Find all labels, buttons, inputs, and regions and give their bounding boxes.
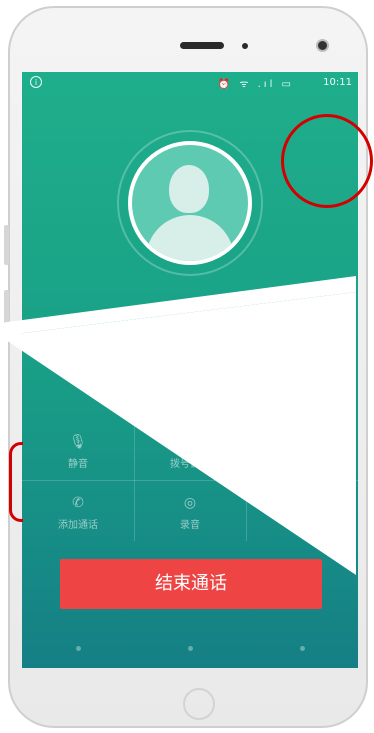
contacts-button[interactable] xyxy=(246,480,358,541)
nav-dot[interactable] xyxy=(300,646,305,651)
speaker-button[interactable] xyxy=(246,419,358,480)
home-button[interactable] xyxy=(183,688,215,720)
front-camera-icon xyxy=(318,41,327,50)
mute-label: 静音 xyxy=(68,459,88,470)
contacts-icon xyxy=(292,494,312,512)
status-bar: i ⏰ ᯤ .ıl ▭ 10:11 xyxy=(22,72,358,94)
caller-name xyxy=(122,300,258,320)
person-body-icon xyxy=(146,215,234,261)
dialpad-label: 拨号键盘 xyxy=(170,459,210,470)
status-icons: ⏰ ᯤ .ıl ▭ xyxy=(217,79,294,90)
add-call-button[interactable]: ✆ 添加通话 xyxy=(22,480,134,541)
nav-dots xyxy=(22,646,358,652)
notification-icon: i xyxy=(30,76,42,88)
dialpad-button[interactable]: ⋮ 拨号键盘 xyxy=(134,419,246,480)
call-controls-grid: 🎙 静音 ⋮ 拨号键盘 ✆ 添加通话 ◎ 录音 xyxy=(22,419,358,541)
proximity-sensor xyxy=(242,43,248,49)
annotation-side-bracket xyxy=(9,442,23,522)
nav-dot[interactable] xyxy=(76,646,81,651)
annotation-circle xyxy=(281,114,373,208)
mic-icon: 🎙 xyxy=(69,434,87,450)
record-label: 录音 xyxy=(180,520,200,531)
avatar xyxy=(128,141,252,265)
add-call-icon: ✆ xyxy=(72,495,84,511)
record-button[interactable]: ◎ 录音 xyxy=(134,480,246,541)
earpiece-speaker xyxy=(180,42,224,49)
status-time: 10:11 xyxy=(323,77,352,88)
add-call-label: 添加通话 xyxy=(58,520,98,531)
person-head-icon xyxy=(169,165,209,213)
nav-dot[interactable] xyxy=(188,646,193,651)
volume-down-button[interactable] xyxy=(4,290,9,330)
volume-up-button[interactable] xyxy=(4,225,9,265)
record-icon: ◎ xyxy=(183,495,197,511)
dialpad-icon: ⋮ xyxy=(183,434,197,450)
speaker-icon xyxy=(292,433,312,451)
mute-button[interactable]: 🎙 静音 xyxy=(22,419,134,480)
end-call-button[interactable]: 结束通话 xyxy=(60,559,322,609)
